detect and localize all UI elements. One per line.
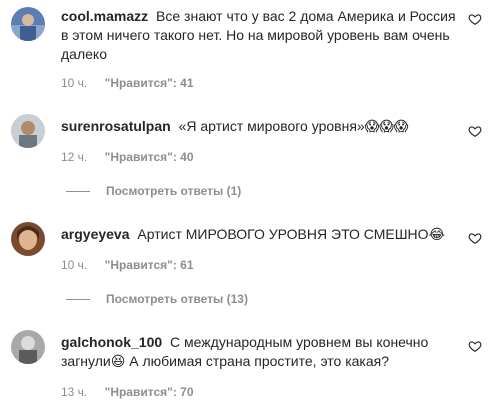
- avatar[interactable]: [11, 330, 45, 364]
- comment-meta: 10 ч. "Нравится": 41: [61, 76, 194, 90]
- comment-emojis: 😂: [428, 227, 445, 243]
- comment-username[interactable]: argyeyeva: [61, 226, 130, 242]
- view-replies-label: Посмотреть ответы (1): [106, 184, 242, 198]
- comment-username[interactable]: surenrosatulpan: [61, 118, 171, 134]
- comment-username[interactable]: cool.mamazz: [61, 8, 148, 24]
- avatar[interactable]: [11, 222, 45, 256]
- view-replies-button[interactable]: Посмотреть ответы (13): [66, 292, 248, 306]
- replies-divider: [66, 299, 90, 301]
- comment-emojis: 😱😱😱: [364, 119, 409, 135]
- avatar[interactable]: [11, 7, 45, 41]
- comment-body-continued: А любимая страна простите, это какая?: [125, 353, 390, 369]
- comment-meta: 10 ч. "Нравится": 61: [61, 258, 194, 272]
- comment-time: 10 ч.: [61, 258, 88, 272]
- comment-meta: 13 ч. "Нравится": 70: [61, 385, 194, 399]
- view-replies-button[interactable]: Посмотреть ответы (1): [66, 184, 241, 198]
- comment-text: galchonok_100 С международным уровнем вы…: [61, 333, 456, 372]
- comment-likes[interactable]: "Нравится": 41: [105, 76, 194, 90]
- heart-outline-icon[interactable]: [468, 339, 482, 353]
- comment-meta: 12 ч. "Нравится": 40: [61, 150, 194, 164]
- avatar[interactable]: [11, 114, 45, 148]
- comment-likes[interactable]: "Нравится": 40: [105, 150, 194, 164]
- heart-outline-icon[interactable]: [468, 12, 482, 26]
- comment-likes[interactable]: "Нравится": 70: [105, 385, 194, 399]
- heart-outline-icon[interactable]: [468, 124, 482, 138]
- comment-time: 10 ч.: [61, 76, 88, 90]
- comment-username[interactable]: galchonok_100: [61, 334, 162, 350]
- comment-time: 13 ч.: [61, 385, 88, 399]
- comment-text: argyeyeva Артист МИРОВОГО УРОВНЯ ЭТО СМЕ…: [61, 225, 456, 245]
- view-replies-label: Посмотреть ответы (13): [106, 292, 248, 306]
- comment-text: cool.mamazz Все знают что у вас 2 дома А…: [61, 7, 456, 64]
- replies-divider: [66, 191, 90, 193]
- comment-body: Артист МИРОВОГО УРОВНЯ ЭТО СМЕШНО: [137, 226, 429, 242]
- comment-time: 12 ч.: [61, 150, 88, 164]
- comment-body: «Я артист мирового уровня»: [178, 118, 365, 134]
- heart-outline-icon[interactable]: [468, 231, 482, 245]
- comment-emojis: 😆: [110, 354, 126, 370]
- comment-text: surenrosatulpan «Я артист мирового уровн…: [61, 117, 456, 137]
- comment-likes[interactable]: "Нравится": 61: [105, 258, 194, 272]
